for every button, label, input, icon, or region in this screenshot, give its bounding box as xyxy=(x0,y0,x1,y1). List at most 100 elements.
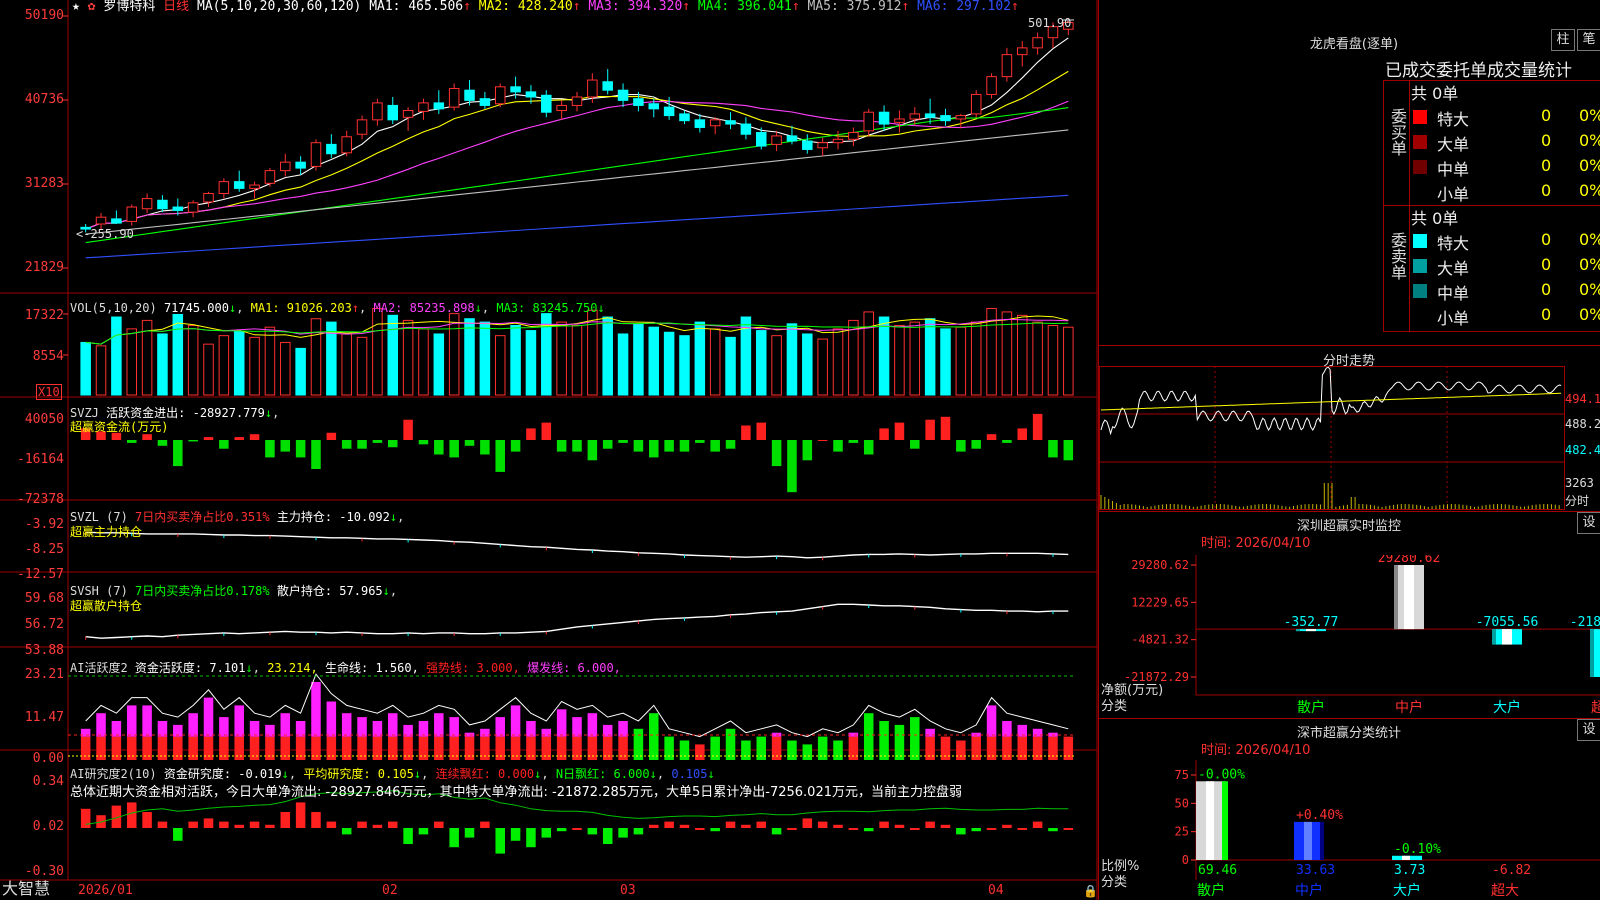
active-bar-magenta xyxy=(434,713,444,737)
svzj-bar xyxy=(1048,440,1058,458)
ai-research-arrow1: ↓ xyxy=(281,767,289,781)
volume-bar xyxy=(111,316,122,396)
active-bar-magenta xyxy=(495,717,505,737)
intraday-chart[interactable] xyxy=(1099,366,1600,511)
stats-tabs[interactable]: 已成交委托单成交量统计 xyxy=(1385,56,1600,81)
sell-swatch xyxy=(1413,234,1427,248)
star-icon[interactable]: ★ xyxy=(72,0,80,14)
bar-mode-button[interactable]: 柱 xyxy=(1551,29,1575,51)
buy-name: 中单 xyxy=(1437,160,1470,179)
active-bar-magenta xyxy=(234,705,244,737)
szm-bar-shade xyxy=(1394,565,1398,630)
volume-bar xyxy=(694,321,706,396)
ma-arrow-3: ↑ xyxy=(682,0,691,14)
szc-category-label: 大户 xyxy=(1393,882,1421,899)
szc-value-label: 69.46 xyxy=(1198,863,1237,878)
szm-bar-label: -21872.29 xyxy=(1570,615,1600,630)
ma-value-6: MA6: 297.102 xyxy=(909,0,1012,14)
active-bar-green xyxy=(741,740,751,760)
brand-label[interactable]: 大智慧 xyxy=(2,880,50,898)
candle-body xyxy=(525,91,537,98)
sz-monitor-unit1: 净额(万元) xyxy=(1101,683,1164,698)
candle-body xyxy=(556,104,567,112)
svzj-bar xyxy=(265,440,275,458)
volume-bar xyxy=(448,313,460,396)
candle-body xyxy=(494,86,506,105)
svsh-holding: 散户持仓: 57.965 xyxy=(276,584,383,598)
svzj-bar xyxy=(956,440,966,452)
stock-name[interactable]: 罗博特科 xyxy=(103,0,155,14)
ai-research-arrow3: ↓ xyxy=(534,767,542,781)
svzj-bar xyxy=(357,440,367,449)
candle-body xyxy=(832,138,844,144)
svzj-bar xyxy=(618,440,628,443)
active-bar-green xyxy=(863,713,874,760)
svzj-bar xyxy=(587,440,598,461)
lock-icon[interactable]: 🔒 xyxy=(1083,884,1098,898)
svzj-bar xyxy=(817,440,828,441)
candle-body xyxy=(1032,37,1043,49)
research-bar xyxy=(556,828,567,832)
active-bar-green xyxy=(787,740,797,760)
candle-body xyxy=(755,132,767,147)
vol-ma2: MA2: 85235.898 xyxy=(373,301,475,315)
vol-header: VOL(5,10,20) 71745.000↓, MA1: 91026.203↑… xyxy=(70,301,605,315)
candle-body xyxy=(172,206,184,211)
candle-body xyxy=(924,113,936,118)
vol-unit-badge[interactable]: X10 xyxy=(36,384,62,400)
vol-down-arrow: ↓ xyxy=(228,301,237,315)
volume-bar xyxy=(817,338,828,396)
active-bar-magenta xyxy=(449,717,459,737)
research-bar xyxy=(510,828,521,841)
main-chart-area[interactable]: ★ ✿ 罗博特科 日线 MA(5,10,20,30,60,120) MA1: 4… xyxy=(0,0,1098,900)
sz-class-title: 深市超赢分类统计 xyxy=(1296,726,1401,741)
szc-delta-label: -0.00% xyxy=(1198,767,1245,782)
buy-val: 0 xyxy=(1541,131,1552,150)
volume-bar xyxy=(848,319,859,396)
sz-class-unit1: 比例% xyxy=(1101,859,1140,874)
svzj-bar xyxy=(863,440,874,455)
pen-mode-button[interactable]: 笔 xyxy=(1577,29,1600,51)
period-label[interactable]: 日线 xyxy=(163,0,189,14)
candle-body xyxy=(372,102,383,121)
sz-class-settings-button[interactable]: 设 xyxy=(1577,719,1600,741)
ai-active-axis-0: 23.21 xyxy=(24,667,64,682)
volume-bar xyxy=(418,328,429,396)
ai-active-axis-1: 11.47 xyxy=(24,710,64,725)
low-price-label: <-255.90 xyxy=(76,227,134,241)
research-bar xyxy=(526,828,536,848)
research-bar xyxy=(817,821,828,828)
sz-monitor-settings-button[interactable]: 设 xyxy=(1577,512,1600,534)
research-bar xyxy=(787,828,797,830)
right-panel: 龙虎看盘(逐单) 柱 笔 已成交委托单成交量统计 委买单 委卖单 共 0单 共 … xyxy=(1098,0,1600,900)
buy-pct: 0% xyxy=(1579,131,1600,150)
szc-axis-label: 50 xyxy=(1175,796,1189,810)
ai-research-title: AI研究度2(10) xyxy=(70,767,157,781)
svzj-down-arrow: ↓ xyxy=(264,406,273,420)
svsh-pct: 7日内买卖净占比0.178% xyxy=(135,584,270,598)
main-chart-svg[interactable] xyxy=(0,0,1098,900)
research-bar xyxy=(219,821,229,828)
volume-bar xyxy=(264,326,276,396)
candle-body xyxy=(126,206,137,222)
intraday-axis-2: 482.4 xyxy=(1565,443,1600,457)
ai-research-arrow5: ↓ xyxy=(707,767,715,781)
research-bar xyxy=(403,828,413,844)
ma-value-2: MA2: 428.240 xyxy=(470,0,573,14)
gear-icon[interactable]: ✿ xyxy=(88,0,96,14)
szc-category-label: 超大 xyxy=(1491,883,1519,899)
volume-bar xyxy=(602,316,613,396)
research-bar xyxy=(971,828,981,832)
ai-active-header: AI活跃度2 资金活跃度: 7.101↓, 23.214, 生命线: 1.560… xyxy=(70,661,621,675)
buy-row: 小单 0 0% xyxy=(1411,179,1600,204)
szm-axis-label: 29280.62 xyxy=(1131,558,1189,572)
active-bar-red xyxy=(618,736,628,760)
candle-body xyxy=(326,143,337,155)
volume-bar xyxy=(755,330,767,396)
research-bar xyxy=(142,812,152,828)
ai-active-axis-2: 0.00 xyxy=(32,751,64,766)
svzj-bar xyxy=(173,440,183,467)
candle-body xyxy=(402,110,414,118)
buy-row: 特大 0 0% xyxy=(1411,104,1600,129)
buy-name: 小单 xyxy=(1437,185,1470,204)
